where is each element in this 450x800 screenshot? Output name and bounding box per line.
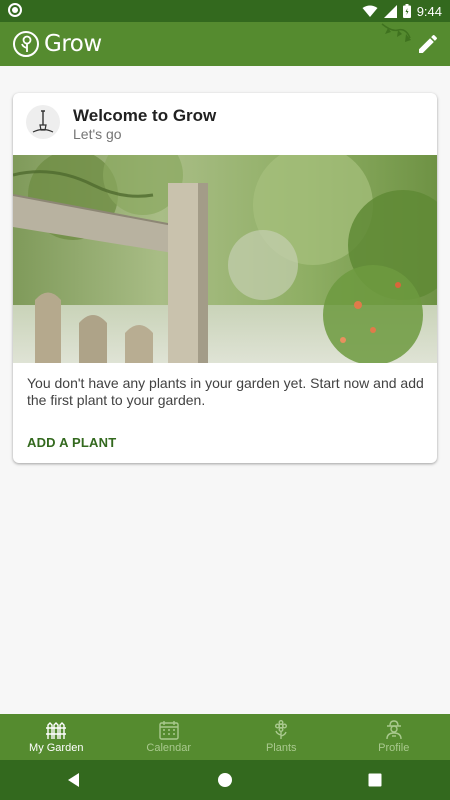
home-icon[interactable] xyxy=(215,770,235,790)
clock: 9:44 xyxy=(416,3,442,19)
gardener-icon xyxy=(386,720,402,740)
wifi-icon xyxy=(362,5,378,17)
garden-fence-image xyxy=(13,155,437,363)
nav-label: Plants xyxy=(265,742,297,754)
battery-icon xyxy=(402,4,411,18)
status-icons: 9:44 xyxy=(362,2,442,20)
card-title: Welcome to Grow xyxy=(73,106,217,125)
recents-icon[interactable] xyxy=(365,770,385,790)
bottom-navigation: My Garden Calendar Plants Profile xyxy=(0,714,450,760)
edit-button[interactable] xyxy=(416,32,440,56)
app-title: Grow xyxy=(44,31,102,57)
flower-icon xyxy=(275,720,288,739)
calendar-icon xyxy=(159,721,179,740)
card-body-text: You don't have any plants in your garden… xyxy=(27,375,424,408)
back-icon[interactable] xyxy=(64,770,84,790)
nav-plants[interactable]: Plants xyxy=(225,714,338,760)
welcome-card: Welcome to Grow Let's go You don't have … xyxy=(13,93,437,463)
fence-icon xyxy=(46,722,67,739)
add-plant-button[interactable]: ADD A PLANT xyxy=(27,435,116,450)
nav-label: Profile xyxy=(378,742,410,754)
app-bar: Grow xyxy=(0,22,450,66)
card-header: Welcome to Grow Let's go xyxy=(13,93,437,155)
grow-logo-icon xyxy=(13,31,39,57)
shovel-icon xyxy=(32,110,54,133)
system-navigation-bar xyxy=(0,760,450,800)
nav-label: Calendar xyxy=(146,742,192,754)
status-bar: 9:44 xyxy=(0,0,450,22)
card-subtitle: Let's go xyxy=(73,126,122,142)
notification-icon xyxy=(8,3,22,17)
signal-icon xyxy=(383,4,397,18)
nav-my-garden[interactable]: My Garden xyxy=(0,714,113,760)
brand: Grow xyxy=(12,29,102,59)
card-avatar xyxy=(26,105,60,139)
vine-decoration-icon xyxy=(381,23,411,42)
nav-calendar[interactable]: Calendar xyxy=(113,714,226,760)
nav-profile[interactable]: Profile xyxy=(338,714,450,760)
main-content: Welcome to Grow Let's go You don't have … xyxy=(0,66,450,714)
nav-label: My Garden xyxy=(29,742,84,754)
